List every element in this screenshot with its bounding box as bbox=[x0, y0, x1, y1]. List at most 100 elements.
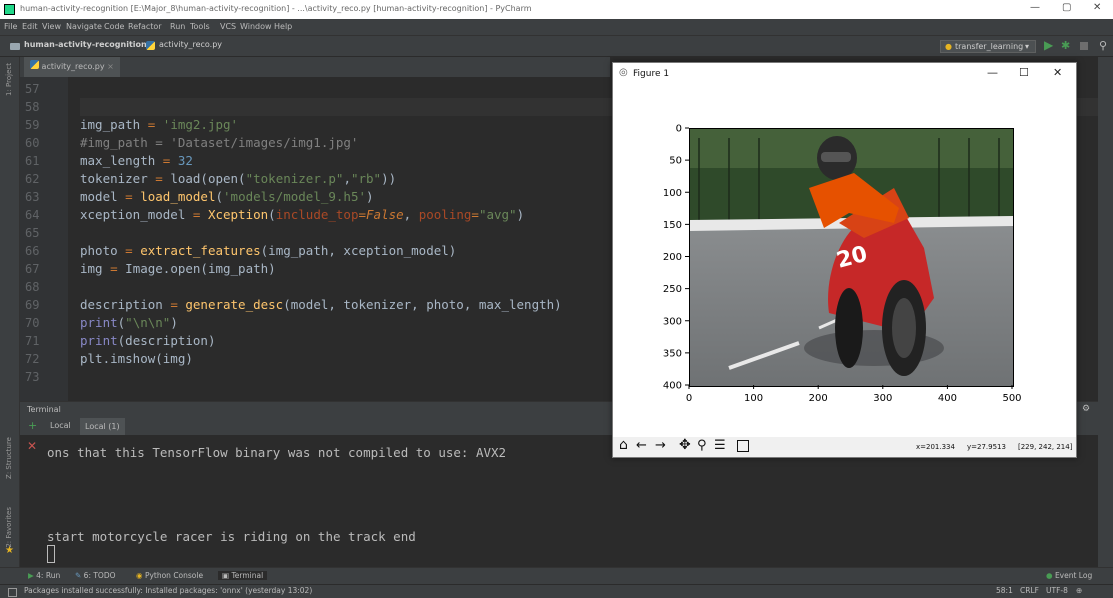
menu-view[interactable]: View bbox=[42, 22, 61, 31]
right-scroll-strip[interactable] bbox=[1098, 57, 1113, 567]
code-token: = bbox=[125, 189, 141, 204]
editor-tab-bar: activity_reco.py × bbox=[20, 57, 610, 77]
todo-icon: ✎ bbox=[75, 571, 84, 580]
bottom-tool-bar: ▶ 4: Run ✎ 6: TODO ◉ Python Console ▣ Te… bbox=[0, 567, 1113, 584]
code-line[interactable]: plt.imshow(img) bbox=[80, 350, 193, 368]
debug-icon[interactable]: ✱ bbox=[1061, 39, 1070, 52]
code-token: "tokenizer.p" bbox=[245, 171, 344, 186]
close-tab-icon[interactable]: × bbox=[107, 62, 114, 71]
terminal-output-line: start motorcycle racer is riding on the … bbox=[47, 529, 416, 544]
minimize-button[interactable]: — bbox=[1030, 2, 1040, 13]
menu-vcs[interactable]: VCS bbox=[220, 22, 236, 31]
code-token: = bbox=[170, 297, 186, 312]
code-token: (img_path, xception_model) bbox=[260, 243, 457, 258]
maximize-button[interactable]: ▢ bbox=[1062, 2, 1071, 13]
caret-position[interactable]: 58:1 bbox=[996, 586, 1013, 595]
code-token: img bbox=[80, 261, 111, 276]
event-log-button[interactable]: ● Event Log bbox=[1046, 571, 1092, 580]
line-number: 61 bbox=[25, 154, 40, 168]
breadcrumb-file[interactable]: activity_reco.py bbox=[159, 40, 222, 49]
tab-label: activity_reco.py bbox=[41, 62, 105, 71]
terminal-output-line: ons that this TensorFlow binary was not … bbox=[47, 445, 507, 460]
menu-tools[interactable]: Tools bbox=[190, 22, 210, 31]
menu-edit[interactable]: Edit bbox=[22, 22, 38, 31]
add-terminal-icon[interactable]: + bbox=[28, 419, 37, 432]
breadcrumb-project[interactable]: human-activity-recognition bbox=[24, 40, 147, 49]
code-line[interactable]: img = Image.open(img_path) bbox=[80, 260, 276, 278]
file-encoding[interactable]: UTF-8 bbox=[1046, 586, 1068, 595]
code-line[interactable]: xception_model = Xception(include_top=Fa… bbox=[80, 206, 524, 224]
code-token: = bbox=[147, 117, 163, 132]
zoom-icon[interactable]: ⚲ bbox=[697, 438, 707, 453]
code-line[interactable]: tokenizer = load(open("tokenizer.p","rb"… bbox=[80, 170, 396, 188]
code-line[interactable]: #img_path = 'Dataset/images/img1.jpg' bbox=[80, 134, 358, 152]
menu-refactor[interactable]: Refactor bbox=[128, 22, 162, 31]
line-separator[interactable]: CRLF bbox=[1020, 586, 1039, 595]
run-tool-button[interactable]: ▶ 4: Run bbox=[28, 571, 60, 580]
terminal-tab-local[interactable]: Local bbox=[50, 421, 71, 430]
terminal-title: Terminal bbox=[27, 405, 61, 414]
code-line[interactable]: model = load_model('models/model_9.h5') bbox=[80, 188, 374, 206]
code-line[interactable]: img_path = 'img2.jpg' bbox=[80, 116, 238, 134]
line-number: 73 bbox=[25, 370, 40, 384]
x-tick-label: 500 bbox=[1002, 393, 1021, 404]
code-line[interactable]: description = generate_desc(model, token… bbox=[80, 296, 562, 314]
line-number: 72 bbox=[25, 352, 40, 366]
status-message: Packages installed successfully: Install… bbox=[24, 586, 313, 595]
code-token: , bbox=[343, 171, 351, 186]
code-token: xception_model bbox=[80, 207, 193, 222]
folder-icon bbox=[10, 43, 20, 50]
structure-tool-tab[interactable]: Z: Structure bbox=[5, 437, 13, 479]
pixel-value-readout: [229, 242, 214] bbox=[1018, 443, 1073, 451]
code-token: (description) bbox=[117, 333, 216, 348]
favorites-tool-tab[interactable]: 2: Favorites bbox=[5, 507, 13, 548]
terminal-tab-local-1[interactable]: Local (1) bbox=[80, 418, 125, 435]
line-number: 63 bbox=[25, 190, 40, 204]
home-icon[interactable]: ⌂ bbox=[619, 437, 628, 453]
run-icon[interactable]: ▶ bbox=[1044, 38, 1053, 52]
code-line[interactable]: print("\n\n") bbox=[80, 314, 178, 332]
pan-icon[interactable]: ✥ bbox=[679, 437, 691, 453]
y-tick-label: 100 bbox=[663, 188, 682, 199]
forward-icon[interactable]: → bbox=[655, 438, 666, 453]
stop-icon[interactable] bbox=[1080, 42, 1088, 50]
python-file-icon bbox=[146, 41, 155, 50]
python-file-icon bbox=[30, 60, 39, 69]
menu-code[interactable]: Code bbox=[104, 22, 124, 31]
code-token: tokenizer bbox=[80, 171, 156, 186]
todo-tool-button[interactable]: ✎ 6: TODO bbox=[75, 571, 116, 580]
code-token: , bbox=[403, 207, 419, 222]
back-icon[interactable]: ← bbox=[636, 438, 647, 453]
code-line[interactable]: photo = extract_features(img_path, xcept… bbox=[80, 242, 456, 260]
terminal-tool-button[interactable]: ▣ Terminal bbox=[218, 571, 268, 580]
code-token: "avg" bbox=[478, 207, 517, 222]
pycharm-icon bbox=[4, 4, 15, 15]
figure-window[interactable]: ◎ Figure 1 — ☐ ✕ 20 0 100 200 300 400 50… bbox=[612, 62, 1077, 458]
code-line[interactable]: max_length = 32 bbox=[80, 152, 193, 170]
menu-navigate[interactable]: Navigate bbox=[66, 22, 102, 31]
lock-icon[interactable]: ⊕ bbox=[1076, 586, 1082, 595]
python-console-button[interactable]: ◉ Python Console bbox=[136, 571, 203, 580]
gear-icon[interactable]: ⚙ bbox=[1082, 404, 1090, 414]
line-number: 64 bbox=[25, 208, 40, 222]
code-token: max_length bbox=[80, 153, 163, 168]
project-tool-tab[interactable]: 1: Project bbox=[5, 63, 13, 96]
toggle-panels-icon[interactable] bbox=[8, 588, 17, 597]
tab-activity-reco[interactable]: activity_reco.py × bbox=[24, 57, 120, 77]
y-tick-label: 0 bbox=[676, 124, 682, 135]
code-token: 'img2.jpg' bbox=[162, 117, 239, 132]
code-token: ) bbox=[170, 315, 178, 330]
run-config-select[interactable]: ● transfer_learning ▾ bbox=[940, 40, 1036, 53]
menu-run[interactable]: Run bbox=[170, 22, 185, 31]
menu-window[interactable]: Window bbox=[240, 22, 272, 31]
close-icon[interactable]: ✕ bbox=[27, 439, 37, 453]
menu-help[interactable]: Help bbox=[274, 22, 292, 31]
close-button[interactable]: ✕ bbox=[1093, 2, 1101, 13]
menu-file[interactable]: File bbox=[4, 22, 17, 31]
code-token: 32 bbox=[177, 153, 193, 168]
search-icon[interactable]: ⚲ bbox=[1099, 39, 1107, 52]
configure-subplots-icon[interactable]: ☰ bbox=[714, 438, 726, 453]
code-line[interactable]: print(description) bbox=[80, 332, 215, 350]
window-title: human-activity-recognition [E:\Major_8\h… bbox=[20, 4, 532, 13]
save-icon[interactable] bbox=[737, 440, 749, 452]
